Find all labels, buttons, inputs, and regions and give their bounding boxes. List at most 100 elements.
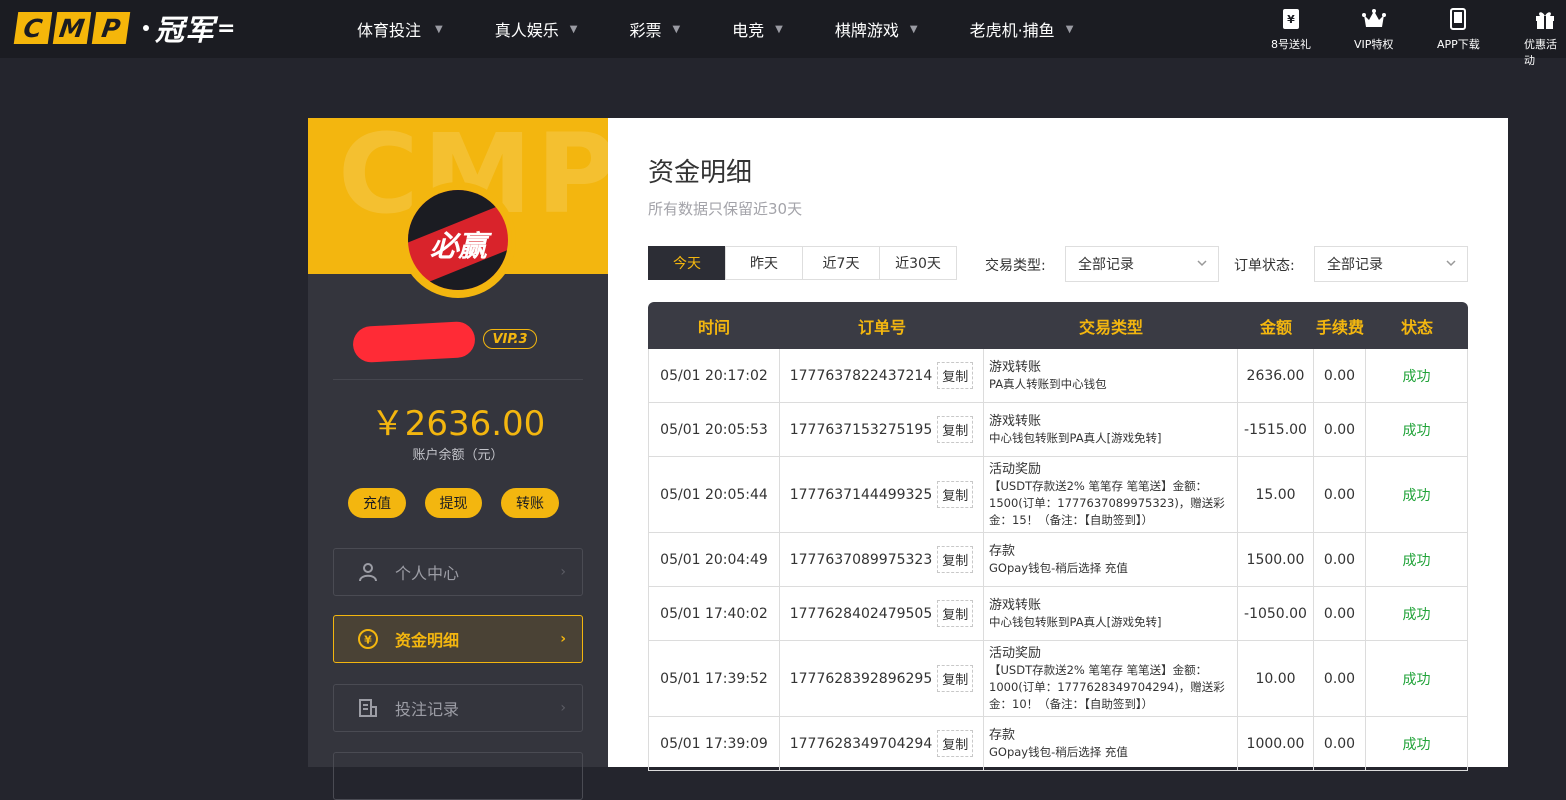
cell-type: 活动奖励 【USDT存款送2% 笔笔存 笔笔送】金额： 1500(订单：177763… (984, 457, 1238, 532)
table-row: 05/01 20:04:49 1777637089975323 复制 存款 GOpay钱… (648, 533, 1468, 587)
order-number: 1777637153275195 (789, 421, 933, 438)
cell-type: 游戏转账 中心钱包转账到PA真人[游戏免转] (984, 403, 1238, 456)
menu-label: 资金明细 (395, 631, 460, 650)
cell-status: 成功 (1366, 349, 1468, 402)
cell-order-no: 1777637153275195 复制 (780, 403, 984, 456)
cell-fee: 0.00 (1314, 717, 1366, 770)
crown-icon (1361, 7, 1386, 31)
cell-amount: -1515.00 (1238, 403, 1314, 456)
tab-last-7-days[interactable]: 近7天 (802, 246, 880, 280)
order-status-label: 订单状态: (1234, 258, 1295, 274)
tab-yesterday[interactable]: 昨天 (725, 246, 803, 280)
fund-details-panel: 资金明细 所有数据只保留近30天 今天 昨天 近7天 近30天 交易类型: 全部… (608, 118, 1508, 771)
cell-amount: -1050.00 (1238, 587, 1314, 640)
transaction-description: 中心钱包转账到PA真人[游戏免转] (989, 614, 1162, 629)
vip-badge[interactable]: VIP.3 (483, 329, 537, 349)
chevron-down-icon (1196, 257, 1208, 273)
transaction-description: 中心钱包转账到PA真人[游戏免转] (989, 430, 1162, 445)
transaction-type: 游戏转账 (989, 597, 1042, 613)
menu-item-partial[interactable] (333, 752, 583, 800)
cell-fee: 0.00 (1314, 403, 1366, 456)
cell-fee: 0.00 (1314, 457, 1366, 532)
transaction-description: PA真人转账到中心钱包 (989, 376, 1107, 391)
column-header-type: 交易类型 (1078, 317, 1143, 337)
svg-text:¥: ¥ (364, 634, 372, 647)
table-row: 05/01 20:17:02 1777637822437214 复制 游戏转账 PA真人… (648, 349, 1468, 403)
cell-amount: 2636.00 (1238, 349, 1314, 402)
page-title: 资金明细 (648, 158, 753, 188)
menu-item-fund-details[interactable]: ¥ 资金明细 › (333, 615, 583, 663)
transaction-type-select[interactable]: 全部记录 (1065, 246, 1219, 282)
column-header-status: 状态 (1400, 317, 1433, 337)
cell-order-no: 1777637822437214 复制 (780, 349, 984, 402)
cell-time: 05/01 17:39:52 (649, 641, 780, 716)
avatar[interactable]: 必赢 (400, 182, 516, 298)
copy-button[interactable]: 复制 (937, 362, 974, 389)
table-row: 05/01 17:40:02 1777628402479505 复制 游戏转账 中心钱包… (648, 587, 1468, 641)
copy-button[interactable]: 复制 (937, 416, 974, 443)
tool-label: 8号送礼 (1271, 38, 1311, 51)
cell-status: 成功 (1366, 533, 1468, 586)
cell-amount: 1000.00 (1238, 717, 1314, 770)
table-row: 05/01 20:05:53 1777637153275195 复制 游戏转账 中心钱包… (648, 403, 1468, 457)
tab-last-30-days[interactable]: 近30天 (879, 246, 957, 280)
transaction-type: 存款 (989, 543, 1016, 559)
menu-item-personal-center[interactable]: 个人中心 › (333, 548, 583, 596)
transaction-description: 1500(订单：1777637089975323)，赠送彩 (989, 495, 1225, 510)
copy-button[interactable]: 复制 (937, 546, 974, 573)
tool-label: VIP特权 (1354, 38, 1394, 51)
table-header: 时间 订单号 交易类型 金额 手续费 状态 (648, 302, 1468, 349)
menu-item-bet-records[interactable]: 投注记录 › (333, 684, 583, 732)
tool-promotions[interactable]: 优惠活动 (1524, 7, 1566, 68)
cell-status: 成功 (1366, 587, 1468, 640)
tool-label: 优惠活动 (1524, 38, 1557, 67)
column-header-time: 时间 (697, 317, 730, 337)
cell-order-no: 1777628392896295 复制 (780, 641, 984, 716)
select-value: 全部记录 (1327, 257, 1383, 273)
transaction-description: 【USDT存款送2% 笔笔存 笔笔送】金额： (989, 662, 1208, 677)
phone-icon (1446, 7, 1470, 31)
chevron-down-icon (1445, 257, 1457, 273)
order-number: 1777637144499325 (789, 486, 933, 503)
copy-button[interactable]: 复制 (937, 730, 974, 757)
avatar-text: 必赢 (429, 229, 487, 263)
svg-text:¥: ¥ (1287, 13, 1295, 26)
transfer-button[interactable]: 转账 (501, 488, 559, 518)
bet-record-icon (356, 696, 380, 720)
transaction-type: 游戏转账 (989, 413, 1042, 429)
tab-today[interactable]: 今天 (648, 246, 726, 280)
table-row: 05/01 17:39:09 1777628349704294 复制 存款 GOpay钱… (648, 717, 1468, 771)
tool-app-download[interactable]: APP下载 (1437, 7, 1480, 52)
withdraw-button[interactable]: 提现 (425, 488, 482, 518)
cell-fee: 0.00 (1314, 641, 1366, 716)
cell-amount: 1500.00 (1238, 533, 1314, 586)
cell-fee: 0.00 (1314, 349, 1366, 402)
copy-button[interactable]: 复制 (937, 481, 974, 508)
tool-label: APP下载 (1437, 38, 1480, 51)
cell-type: 活动奖励 【USDT存款送2% 笔笔存 笔笔送】金额： 1000(订单：177762… (984, 641, 1238, 716)
transaction-description: GOpay钱包-稍后选择 充值 (989, 560, 1128, 575)
cell-status: 成功 (1366, 403, 1468, 456)
transaction-description: GOpay钱包-稍后选择 充值 (989, 744, 1128, 759)
copy-button[interactable]: 复制 (937, 665, 974, 692)
cell-fee: 0.00 (1314, 533, 1366, 586)
username-redacted (352, 320, 476, 364)
tool-vip[interactable]: VIP特权 (1354, 7, 1393, 52)
top-bar: C M P 冠军 = 体育投注 ▼ 真人娱乐 ▼ 彩票 ▼ 电竞 ▼ 棋牌游戏 ▼ 老虎机… (0, 0, 1566, 67)
cell-status: 成功 (1366, 457, 1468, 532)
tool-gift-8[interactable]: ¥ 8号送礼 (1271, 7, 1311, 52)
order-status-select[interactable]: 全部记录 (1314, 246, 1468, 282)
deposit-button[interactable]: 充值 (348, 488, 406, 518)
cell-time: 05/01 20:04:49 (649, 533, 780, 586)
transaction-description: 1000(订单：1777628349704294)，赠送彩 (989, 679, 1225, 694)
chevron-right-icon: › (560, 700, 566, 716)
order-number: 1777628349704294 (789, 735, 933, 752)
yen-circle-icon: ¥ (356, 627, 380, 651)
copy-button[interactable]: 复制 (937, 600, 974, 627)
yen-gift-icon: ¥ (1279, 7, 1303, 31)
transactions-table: 时间 订单号 交易类型 金额 手续费 状态 05/01 20:17:02 1777… (648, 302, 1468, 771)
cell-time: 05/01 20:17:02 (649, 349, 780, 402)
column-header-order-no: 订单号 (857, 317, 906, 337)
cell-time: 05/01 20:05:53 (649, 403, 780, 456)
table-row: 05/01 20:05:44 1777637144499325 复制 活动奖励 【USD… (648, 457, 1468, 533)
